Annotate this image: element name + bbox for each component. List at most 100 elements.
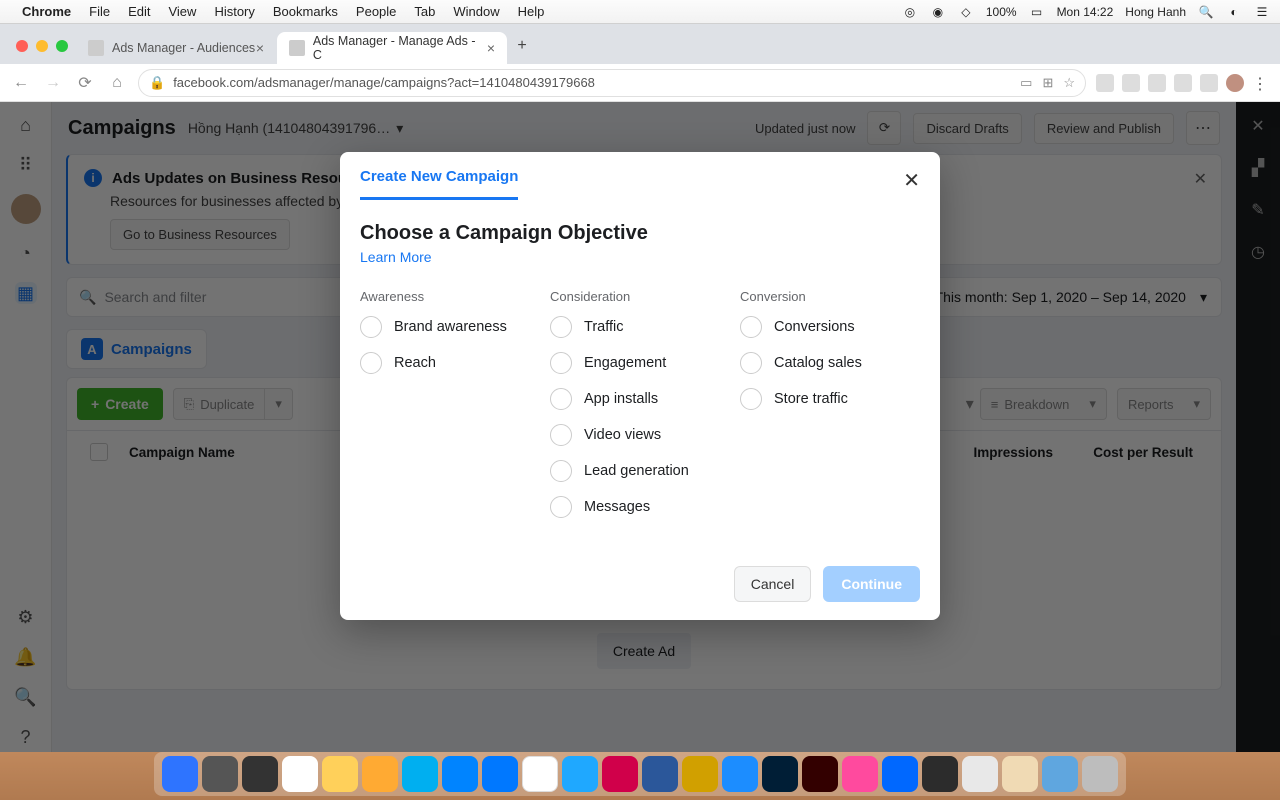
ext-icon[interactable]	[1226, 74, 1244, 92]
home-button[interactable]: ⌂	[106, 74, 128, 92]
siri-icon[interactable]: ◐	[1226, 5, 1242, 19]
lock-icon: 🔒	[149, 75, 165, 91]
dock-app-icon[interactable]	[202, 756, 238, 792]
objective-catalog-sales[interactable]: Catalog sales	[740, 352, 920, 374]
macos-menubar: Chrome File Edit View History Bookmarks …	[0, 0, 1280, 24]
status-icon[interactable]: ◉	[930, 5, 946, 19]
window-zoom[interactable]	[56, 40, 68, 52]
new-tab-button[interactable]: +	[508, 32, 536, 60]
spotlight-icon[interactable]: 🔍	[1198, 5, 1214, 19]
menu-file[interactable]: File	[89, 4, 110, 19]
objective-brand-awareness[interactable]: Brand awareness	[360, 316, 540, 338]
translate-icon[interactable]: ⊞	[1042, 75, 1053, 91]
dock-app-icon[interactable]	[762, 756, 798, 792]
dock-app-icon[interactable]	[1002, 756, 1038, 792]
objective-video-views[interactable]: Video views	[550, 424, 730, 446]
continue-button[interactable]: Continue	[823, 566, 920, 602]
objective-conversions[interactable]: Conversions	[740, 316, 920, 338]
radio[interactable]	[550, 316, 572, 338]
menu-help[interactable]: Help	[518, 4, 545, 19]
dock-app-icon[interactable]	[1042, 756, 1078, 792]
star-icon[interactable]: ☆	[1063, 75, 1075, 91]
tab-close-icon[interactable]: ×	[256, 40, 264, 56]
radio[interactable]	[740, 388, 762, 410]
ext-icon[interactable]	[1096, 74, 1114, 92]
group-title: Conversion	[740, 289, 920, 304]
dock-app-icon[interactable]	[882, 756, 918, 792]
forward-button[interactable]: →	[42, 74, 64, 92]
dock-app-icon[interactable]	[442, 756, 478, 792]
radio[interactable]	[740, 316, 762, 338]
dock-app-icon[interactable]	[722, 756, 758, 792]
modal-heading: Choose a Campaign Objective	[360, 222, 920, 245]
radio[interactable]	[360, 316, 382, 338]
modal-tab[interactable]: Create New Campaign	[360, 168, 518, 200]
modal-close-icon[interactable]: ✕	[903, 168, 920, 193]
battery-icon[interactable]: ▭	[1029, 5, 1045, 19]
menu-tab[interactable]: Tab	[414, 4, 435, 19]
dock-app-icon[interactable]	[682, 756, 718, 792]
objective-store-traffic[interactable]: Store traffic	[740, 388, 920, 410]
ext-icon[interactable]	[1200, 74, 1218, 92]
menu-bookmarks[interactable]: Bookmarks	[273, 4, 338, 19]
window-minimize[interactable]	[36, 40, 48, 52]
dock-app-icon[interactable]	[482, 756, 518, 792]
address-bar[interactable]: 🔒 facebook.com/adsmanager/manage/campaig…	[138, 69, 1086, 97]
radio[interactable]	[550, 424, 572, 446]
dock-app-icon[interactable]	[802, 756, 838, 792]
dock-app-icon[interactable]	[362, 756, 398, 792]
menu-people[interactable]: People	[356, 4, 396, 19]
dock-app-icon[interactable]	[522, 756, 558, 792]
dock-app-icon[interactable]	[962, 756, 998, 792]
dock-app-icon[interactable]	[322, 756, 358, 792]
clock[interactable]: Mon 14:22	[1057, 5, 1114, 19]
radio[interactable]	[550, 388, 572, 410]
tab-close-icon[interactable]: ×	[487, 40, 495, 56]
radio[interactable]	[740, 352, 762, 374]
learn-more-link[interactable]: Learn More	[360, 249, 432, 265]
tab-audiences[interactable]: Ads Manager - Audiences ×	[76, 32, 276, 64]
ext-icon[interactable]	[1174, 74, 1192, 92]
dock-app-icon[interactable]	[162, 756, 198, 792]
tab-manage-ads[interactable]: Ads Manager - Manage Ads - C ×	[277, 32, 507, 64]
menu-window[interactable]: Window	[453, 4, 499, 19]
cc-icon[interactable]: ◎	[902, 5, 918, 19]
dock-app-icon[interactable]	[242, 756, 278, 792]
extensions: ⋮	[1096, 74, 1270, 92]
screen-icon[interactable]: ▭	[1020, 75, 1032, 91]
user-name[interactable]: Hong Hanh	[1125, 5, 1186, 19]
radio[interactable]	[550, 352, 572, 374]
cancel-button[interactable]: Cancel	[734, 566, 812, 602]
wifi-icon[interactable]: ◇	[958, 5, 974, 19]
menu-history[interactable]: History	[214, 4, 254, 19]
dock-app-icon[interactable]	[282, 756, 318, 792]
app-name[interactable]: Chrome	[22, 4, 71, 19]
dock-app-icon[interactable]	[602, 756, 638, 792]
radio[interactable]	[550, 496, 572, 518]
chrome-menu-icon[interactable]: ⋮	[1252, 74, 1270, 92]
dock-trash-icon[interactable]	[1082, 756, 1118, 792]
menu-view[interactable]: View	[168, 4, 196, 19]
objective-reach[interactable]: Reach	[360, 352, 540, 374]
objective-app-installs[interactable]: App installs	[550, 388, 730, 410]
dock-app-icon[interactable]	[562, 756, 598, 792]
ext-icon[interactable]	[1148, 74, 1166, 92]
group-title: Awareness	[360, 289, 540, 304]
window-close[interactable]	[16, 40, 28, 52]
menu-edit[interactable]: Edit	[128, 4, 150, 19]
radio[interactable]	[360, 352, 382, 374]
dock-app-icon[interactable]	[402, 756, 438, 792]
menu-icon[interactable]: ☰	[1254, 5, 1270, 19]
dock-app-icon[interactable]	[922, 756, 958, 792]
dock-app-icon[interactable]	[642, 756, 678, 792]
radio[interactable]	[550, 460, 572, 482]
ext-icon[interactable]	[1122, 74, 1140, 92]
objective-engagement[interactable]: Engagement	[550, 352, 730, 374]
objective-lead-generation[interactable]: Lead generation	[550, 460, 730, 482]
dock-app-icon[interactable]	[842, 756, 878, 792]
objective-messages[interactable]: Messages	[550, 496, 730, 518]
reload-button[interactable]: ⟳	[74, 73, 96, 93]
objective-group-conversion: Conversion Conversions Catalog sales Sto…	[740, 289, 920, 532]
back-button[interactable]: ←	[10, 74, 32, 92]
objective-traffic[interactable]: Traffic	[550, 316, 730, 338]
